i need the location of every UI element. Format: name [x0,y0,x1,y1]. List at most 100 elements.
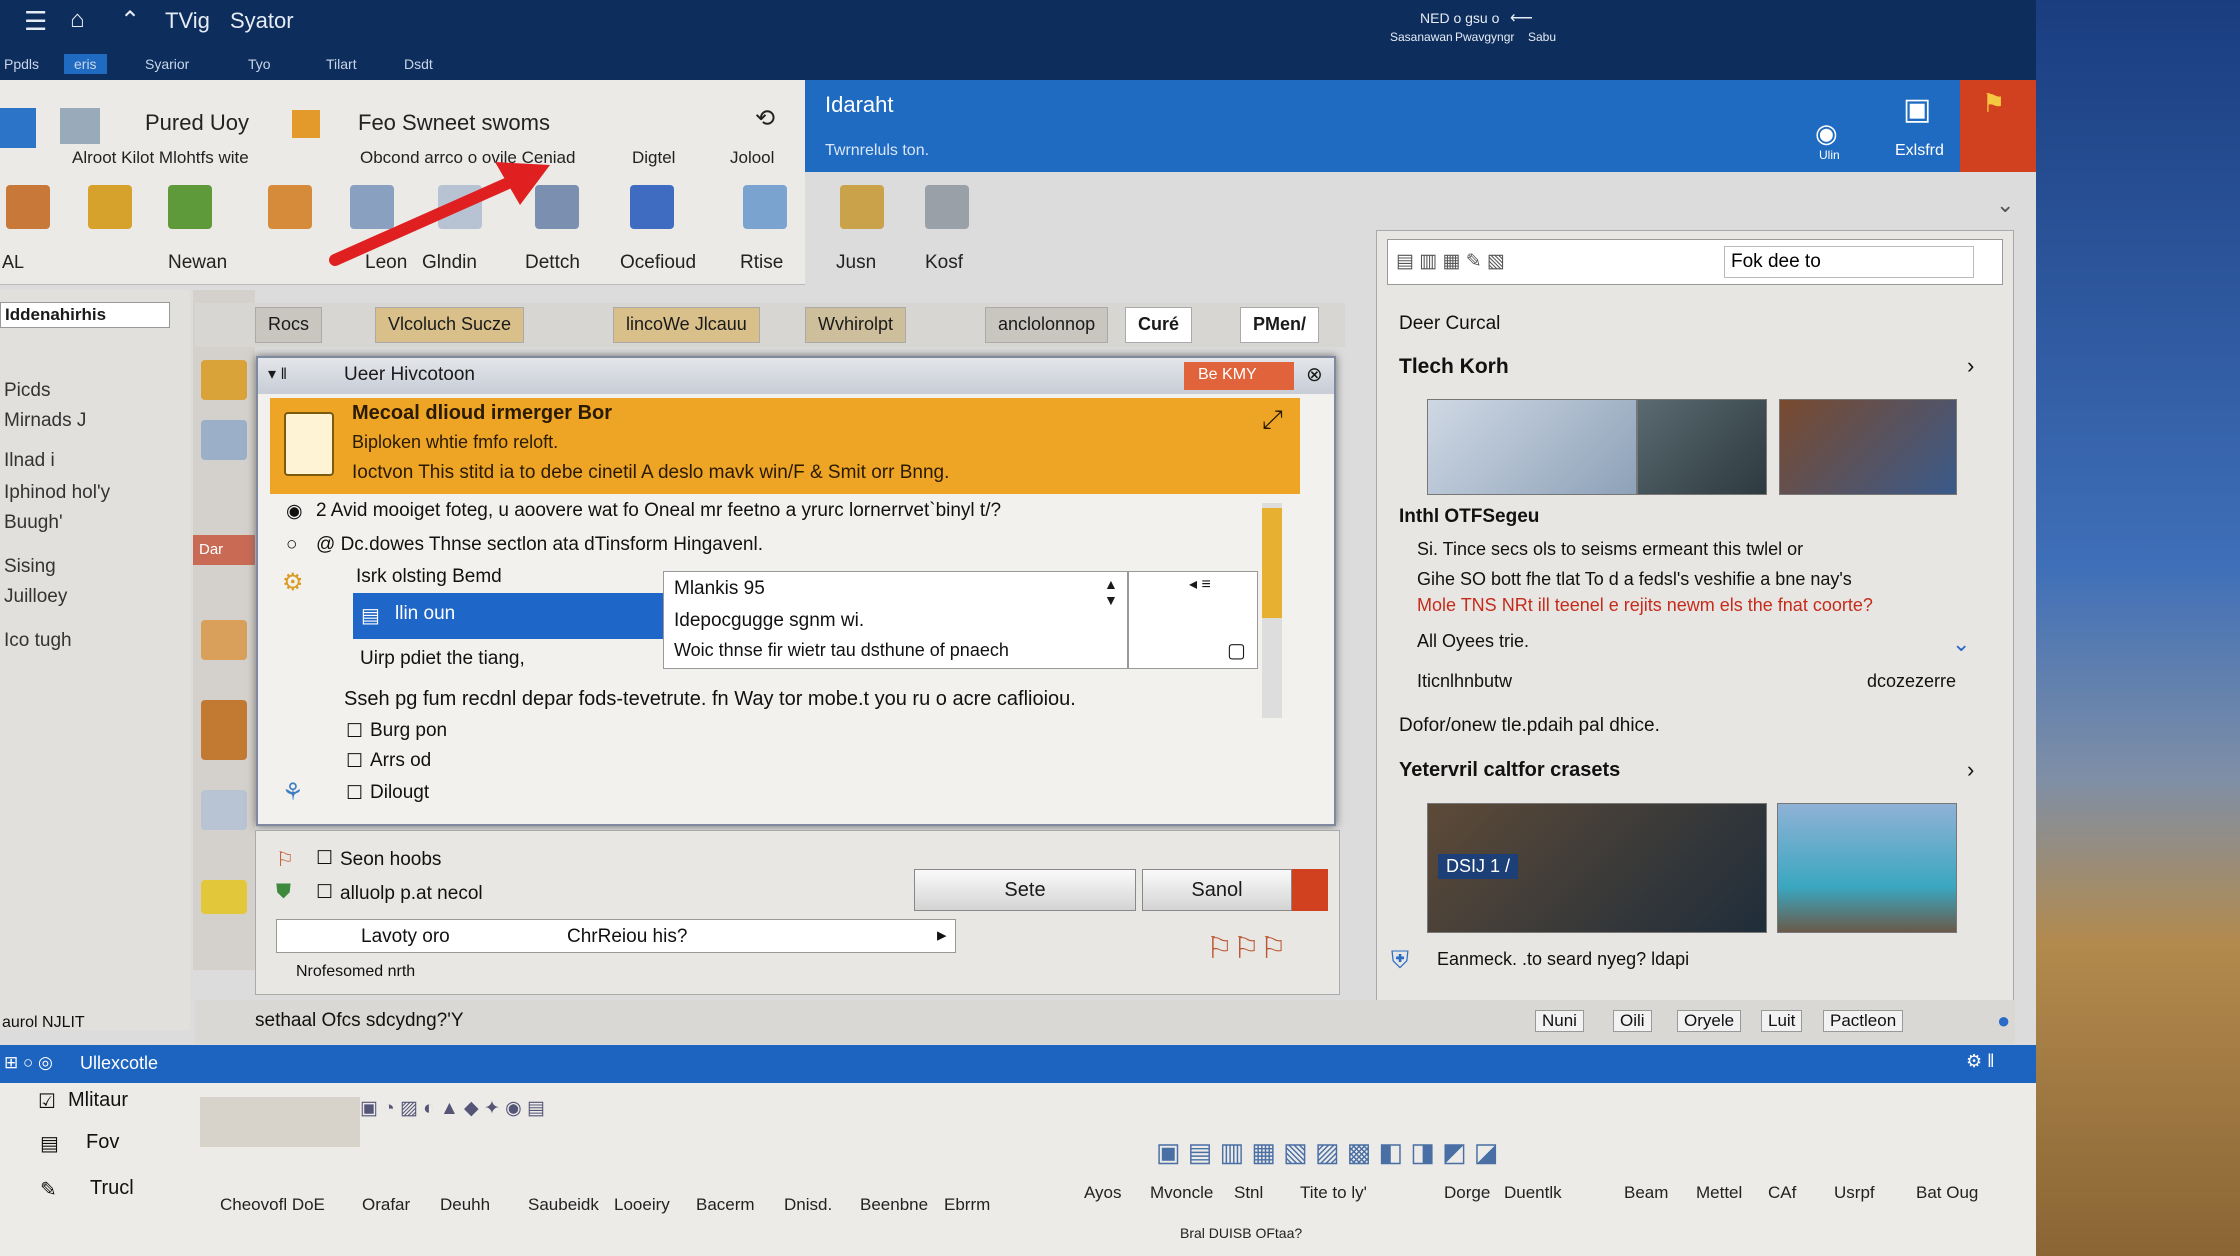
send-options-button[interactable] [1292,869,1328,911]
bottom-left-item-1[interactable]: ☑ [38,1089,56,1114]
bottom-left-item-2[interactable]: ▤ [40,1131,59,1156]
ribbon-icon-2[interactable] [88,185,132,229]
item2-text[interactable]: Gihe SO bott fhe tlat To d a fedsl's ves… [1417,569,1852,590]
bell-icon[interactable]: ⚑ [1982,88,2005,119]
check-1[interactable]: ☐ [346,720,363,743]
item3-text[interactable]: All Oyees trie. [1417,631,1529,652]
back-arrow-icon[interactable]: ⟵ [1510,8,1533,28]
thumbnail-room[interactable] [1779,399,1957,495]
radio-1[interactable]: ◉ [286,500,303,523]
dialog-pin-icon[interactable]: ▾ ‖ [268,364,287,384]
doc-tab-7[interactable]: PMen/ [1240,307,1320,343]
monitor-icon[interactable] [630,185,674,229]
bottom-label-16[interactable]: Beam [1624,1183,1668,1203]
thumbnail-workspace[interactable]: DSIJ 1 / [1427,803,1767,933]
bottom-label-3[interactable]: Deuhh [440,1195,490,1215]
banner-expand-icon[interactable]: ⤢ [1262,404,1283,436]
pane-footer[interactable]: Eanmeck. .to seard nyeg? ldapi [1437,949,1689,970]
bottom-left-item-3[interactable]: ✎ [40,1177,57,1202]
taskbar-settings-icon[interactable]: ⚙ ‖ [1966,1051,1995,1072]
bottom-left-label-1[interactable]: Mlitaur [68,1089,128,1112]
thumbnail-pool[interactable] [1777,803,1957,933]
toolbar-icons[interactable]: ▤ ▥ ▦ ✎ ▧ [1396,250,1505,273]
bottom-label-15[interactable]: Duentlk [1504,1183,1562,1203]
ribbon-label-3[interactable]: Newan [168,252,227,274]
ribbon-icon-10[interactable] [840,185,884,229]
collapse-chevron-icon[interactable]: ⌄ [1996,192,2014,218]
save-button[interactable]: Sete [914,869,1136,911]
share-icon[interactable]: ⚘ [282,778,304,807]
bottom-label-19[interactable]: Usrpf [1834,1183,1875,1203]
status-tab-1[interactable]: Nuni [1535,1010,1584,1032]
tab-6[interactable]: Dsdt [404,56,433,72]
book-icon[interactable] [168,185,212,229]
combo-field[interactable]: Lavoty oro ChrReiou his? ▸ [276,919,956,953]
print-icon[interactable] [201,790,247,830]
bottom-label-1[interactable]: Cheovofl DoE [220,1195,325,1215]
box-icon[interactable] [201,620,247,660]
quick-icon-row[interactable]: ▣ ◔ ▨ ◐ ▲ ◆ ✦ ◉ ▤ [360,1097,545,1120]
below-selected-text[interactable]: Uirp pdiet the tiang, [360,648,525,670]
bottom-left-label-2[interactable]: Fov [86,1131,119,1154]
title-menu-item-1[interactable]: TVig [165,8,210,34]
bottom-label-13[interactable]: Tite to ly' [1300,1183,1367,1203]
pane-header[interactable]: Deer Curcal [1399,313,1500,335]
ribbon-label-10[interactable]: Rtise [740,252,783,274]
nav-item-7[interactable]: Juilloey [4,586,67,608]
doc-tab-3[interactable]: lincoWe Jlcauu [613,307,760,343]
dialog-close-icon[interactable]: ⊗ [1306,362,1323,387]
ribbon-label-1[interactable]: AL [2,252,24,273]
hamburger-icon[interactable]: ☰ [24,6,47,37]
thumbnail-dashboard[interactable] [1427,399,1637,495]
preview-box[interactable]: ◂ ≡ ▢ [1128,571,1258,669]
section1-chevron-icon[interactable]: › [1967,353,1974,379]
preview-box-icon[interactable]: ▢ [1227,638,1246,663]
bottom-label-10[interactable]: Ayos [1084,1183,1122,1203]
nav-item-6[interactable]: Sising [4,556,56,578]
line5-text[interactable]: Dofor/onew tle.pdaih pal dhice. [1399,715,1660,737]
list-item-1[interactable]: Mlankis 95 [674,578,765,600]
tab-5[interactable]: Tilart [326,56,357,72]
doc-tab-4[interactable]: Wvhirolpt [805,307,907,343]
nav-item-4[interactable]: Iphinod hol'y [4,482,110,504]
check-2[interactable]: ☐ [346,750,363,773]
option-listbox[interactable]: Mlankis 95 Idepocgugge sgnm wi. Woic thn… [663,571,1128,669]
bottom-label-20[interactable]: Bat Oug [1916,1183,1978,1203]
dialog-scroll-thumb[interactable] [1262,508,1282,618]
send-button[interactable]: Sanol [1142,869,1292,911]
status-tab-4[interactable]: Luit [1761,1010,1803,1032]
expand-chevron-icon[interactable]: ⌄ [1952,631,1970,657]
bottom-label-6[interactable]: Bacerm [696,1195,755,1215]
status-tab-3[interactable]: Oryele [1677,1010,1742,1032]
tab-4[interactable]: Tyo [248,56,271,72]
ribbon-icon-9[interactable] [743,185,787,229]
item1-text[interactable]: Si. Tince secs ols to seisms ermeant thi… [1417,539,1803,560]
side-tab[interactable]: Dar [193,535,255,565]
paste-icon[interactable] [60,108,100,144]
status-tab-2[interactable]: Oili [1613,1010,1652,1032]
search-input[interactable] [1724,246,1974,278]
folder-icon[interactable] [292,110,320,138]
tab-2[interactable]: eris [64,54,107,74]
option-2-text[interactable]: @ Dc.dowes Thnse sectlon ata dTinsform H… [316,534,763,556]
section2-chevron-icon[interactable]: › [1967,757,1974,783]
folder-icon[interactable] [201,360,247,400]
bottom-label-5[interactable]: Looeiry [614,1195,670,1215]
combo-caret[interactable]: ▸ [937,924,947,947]
check-3[interactable]: ☐ [346,782,363,805]
up-arrow-icon[interactable]: ⌃ [120,6,140,35]
clipboard-icon[interactable]: ▣ [1903,92,1931,127]
ribbon-label-9[interactable]: Ocefioud [620,252,696,274]
status-tab-5[interactable]: Pactleon [1823,1010,1904,1032]
doc-tab-6[interactable]: Curé [1125,307,1193,343]
user-label[interactable]: Ulin [1819,148,1840,162]
list-scroll-arrows[interactable]: ▲ ▼ [1104,576,1118,608]
home-icon[interactable]: ⌂ [70,6,85,34]
preview-arrow-icon[interactable]: ◂ ≡ [1189,574,1211,594]
archive-icon[interactable] [201,700,247,760]
option-1-text[interactable]: 2 Avid mooiget foteg, u aoovere wat fo O… [316,500,1001,522]
tab-3[interactable]: Syarior [145,56,189,72]
alert-corner[interactable]: ⚑ [1960,80,2036,172]
nav-item-8[interactable]: Ico tugh [4,630,72,652]
ribbon-label-11[interactable]: Jusn [836,252,876,274]
